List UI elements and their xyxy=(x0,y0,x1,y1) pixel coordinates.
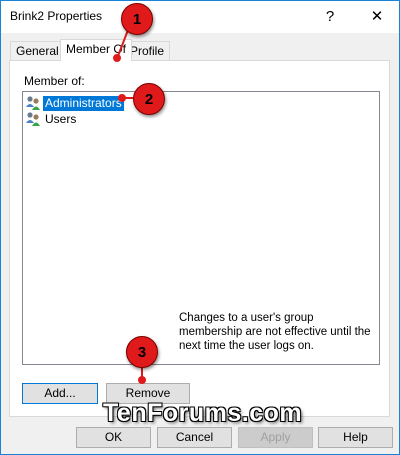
cancel-button[interactable]: Cancel xyxy=(157,427,232,448)
group-icon xyxy=(25,111,41,127)
close-icon[interactable]: ✕ xyxy=(364,4,390,28)
title-bar: Brink2 Properties ? ✕ xyxy=(1,1,399,33)
properties-dialog: Brink2 Properties ? ✕ General Member Of … xyxy=(0,0,400,455)
window-title: Brink2 Properties xyxy=(10,9,103,23)
callout-badge-2: 2 xyxy=(133,83,165,115)
list-item-administrators[interactable]: Administrators xyxy=(25,95,124,111)
apply-button[interactable]: Apply xyxy=(238,427,313,448)
callout-badge-3: 3 xyxy=(126,336,158,368)
list-item-label: Users xyxy=(45,111,77,126)
list-item-users[interactable]: Users xyxy=(25,111,78,127)
member-of-label: Member of: xyxy=(24,74,85,88)
help-question-icon[interactable]: ? xyxy=(317,4,343,28)
group-icon xyxy=(25,95,41,111)
add-button[interactable]: Add... xyxy=(22,383,98,404)
tab-strip: General Member Of Profile xyxy=(1,39,399,61)
callout-badge-1: 1 xyxy=(121,3,153,35)
list-item-label: Administrators xyxy=(43,95,124,111)
watermark-text: TenForums.com xyxy=(103,399,303,427)
tab-member-of[interactable]: Member Of xyxy=(60,39,133,61)
help-button[interactable]: Help xyxy=(318,427,393,448)
membership-note: Changes to a user's group membership are… xyxy=(179,312,371,352)
ok-button[interactable]: OK xyxy=(76,427,151,448)
tab-general[interactable]: General xyxy=(10,41,65,60)
tab-panel: Member of: Administrators Users Add... R… xyxy=(9,60,390,417)
